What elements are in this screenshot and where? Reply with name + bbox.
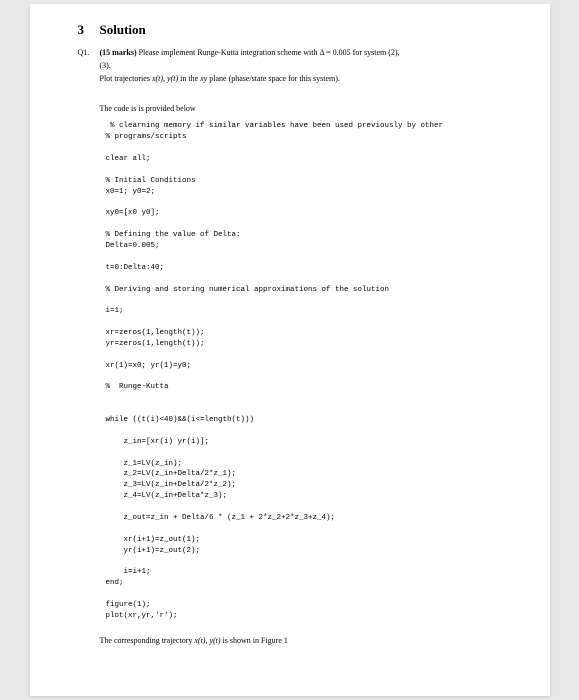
q3c: plane (phase/state space for this system…: [207, 74, 340, 83]
code-block: % clearning memory if similar variables …: [106, 121, 510, 621]
question-row-1: Q1. (15 marks) Please implement Runge-Ku…: [78, 48, 510, 59]
question-line-3: Plot trajectories x(t), y(t) in the xy p…: [100, 74, 510, 85]
q3a: Plot trajectories: [100, 74, 152, 83]
intro-text: The code is is provided below: [100, 104, 510, 113]
closing-a: The corresponding trajectory: [100, 636, 195, 645]
question-label: Q1.: [78, 48, 100, 59]
section-title: Solution: [100, 22, 146, 38]
closing-xy: x(t), y(t): [194, 636, 220, 645]
question-block: Q1. (15 marks) Please implement Runge-Ku…: [78, 48, 510, 84]
closing-text: The corresponding trajectory x(t), y(t) …: [100, 636, 510, 645]
xy-t: x(t), y(t): [152, 74, 178, 83]
question-line-2: (3).: [100, 61, 510, 72]
document-page: 3 Solution Q1. (15 marks) Please impleme…: [30, 4, 550, 696]
section-header: 3 Solution: [78, 22, 510, 38]
q1b: for system (2),: [351, 48, 400, 57]
question-text-1: (15 marks) Please implement Runge-Kutta …: [100, 48, 510, 59]
q3b: in the: [178, 74, 200, 83]
closing-b: is shown in Figure 1: [221, 636, 288, 645]
marks-text: (15 marks): [100, 48, 137, 57]
delta-eq: Δ = 0.005: [319, 48, 350, 57]
q1a: Please implement Runge-Kutta integration…: [137, 48, 320, 57]
section-number: 3: [78, 22, 100, 38]
